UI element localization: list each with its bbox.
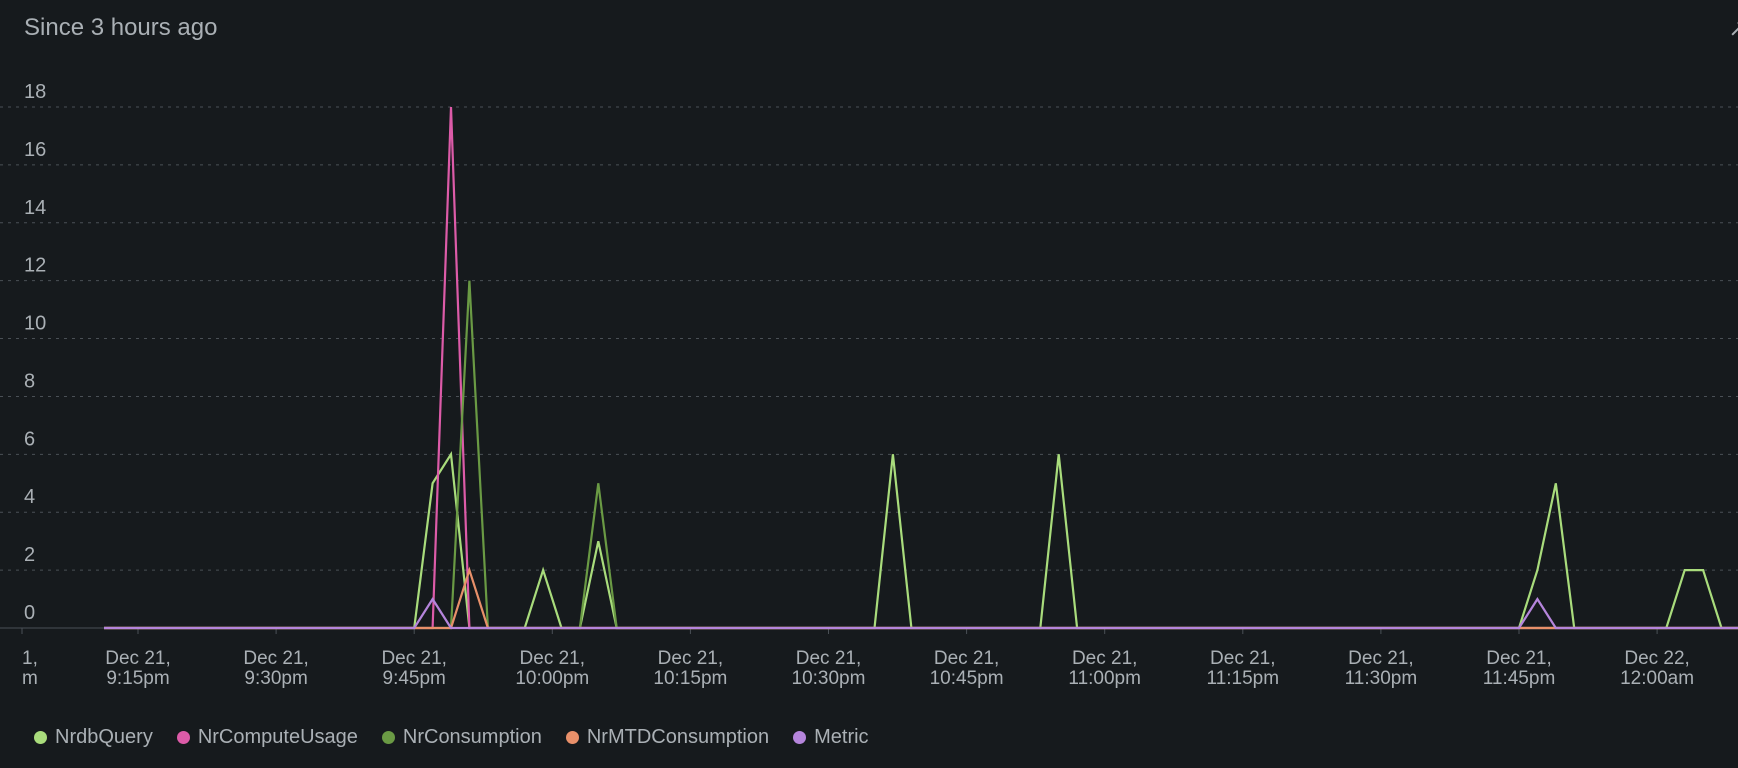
x-tick-label-time: m	[22, 668, 38, 689]
series-line-nrdbquery	[104, 451, 1738, 630]
x-tick-label-date: 1,	[22, 648, 38, 669]
x-tick-label-date: Dec 21,	[934, 648, 999, 669]
legend-label: NrComputeUsage	[197, 726, 358, 748]
legend-item-metric[interactable]: Metric	[793, 726, 869, 749]
x-tick-label-date: Dec 21,	[658, 648, 723, 669]
x-axis: 1,mDec 21,9:15pmDec 21,9:30pmDec 21,9:45…	[21, 628, 1694, 689]
x-tick-label-time: 11:45pm	[1483, 668, 1556, 689]
legend-item-nrmtdconsumption[interactable]: NrMTDConsumption	[565, 726, 770, 749]
x-tick-label-time: 9:45pm	[383, 668, 446, 689]
legend-swatch	[381, 731, 395, 744]
y-tick-label: 14	[24, 197, 46, 219]
series-line-metric	[104, 597, 1738, 630]
legend-swatch	[34, 731, 47, 744]
y-tick-label: 10	[24, 313, 46, 335]
x-tick-label-time: 10:15pm	[653, 668, 727, 689]
x-tick-label-time: 10:00pm	[515, 668, 589, 689]
legend-label: Metric	[814, 726, 869, 748]
x-tick-label-time: 11:00pm	[1068, 668, 1141, 689]
x-tick-label-time: 10:45pm	[930, 668, 1004, 689]
legend-label: NrMTDConsumption	[586, 726, 770, 748]
x-tick-label-time: 9:15pm	[106, 668, 169, 689]
series-lines	[104, 106, 1738, 630]
y-axis: 0 2 4 6 8 10 12 14 16 18	[24, 81, 46, 624]
x-tick-label-time: 10:30pm	[792, 668, 866, 689]
gridlines	[0, 106, 1738, 629]
x-tick-label-date: Dec 21,	[1072, 648, 1137, 669]
x-tick-label-date: Dec 21,	[1348, 648, 1413, 669]
line-chart: 024681012141618 1,mDec 21,9:15pmDec 21,9…	[0, 81, 1738, 689]
x-tick-label-date: Dec 21,	[1486, 648, 1551, 669]
x-tick-label-date: Dec 21,	[1210, 648, 1275, 669]
x-tick-label-time: 11:30pm	[1345, 668, 1418, 689]
legend-swatch	[793, 731, 807, 744]
legend: NrdbQuery NrComputeUsage NrConsumption NrMT…	[34, 726, 869, 749]
x-tick-label-date: Dec 21,	[243, 648, 308, 669]
x-tick-label-date: Dec 21,	[520, 648, 585, 669]
y-tick-label: 8	[24, 370, 35, 392]
legend-item-nrcomputeusage[interactable]: NrComputeUsage	[176, 726, 358, 749]
x-tick-label-date: Dec 21,	[105, 648, 170, 669]
y-tick-label: 12	[24, 255, 46, 277]
x-tick-label-time: 12:00am	[1620, 668, 1694, 689]
legend-label: NrConsumption	[402, 726, 542, 748]
legend-swatch	[565, 731, 579, 744]
y-tick-label: 6	[24, 428, 35, 450]
x-tick-label-date: Dec 22,	[1624, 648, 1689, 669]
legend-item-nrconsumption[interactable]: NrConsumption	[381, 726, 542, 749]
y-tick-label: 0	[24, 602, 35, 624]
series-line-nrmtdconsumption	[104, 566, 1738, 630]
y-tick-label: 4	[24, 486, 35, 508]
legend-label: NrdbQuery	[55, 726, 153, 748]
y-tick-label: 16	[24, 139, 46, 161]
x-tick-label-time: 9:30pm	[244, 668, 307, 689]
legend-swatch	[176, 731, 190, 744]
x-tick-label-time: 11:15pm	[1207, 668, 1280, 689]
legend-item-nrdbquery[interactable]: NrdbQuery	[34, 726, 153, 749]
y-tick-label: 18	[24, 81, 46, 103]
x-tick-label-date: Dec 21,	[796, 648, 861, 669]
x-tick-label-date: Dec 21,	[381, 648, 446, 669]
y-tick-label: 2	[24, 544, 35, 566]
series-line-nrcomputeusage	[104, 106, 1738, 630]
